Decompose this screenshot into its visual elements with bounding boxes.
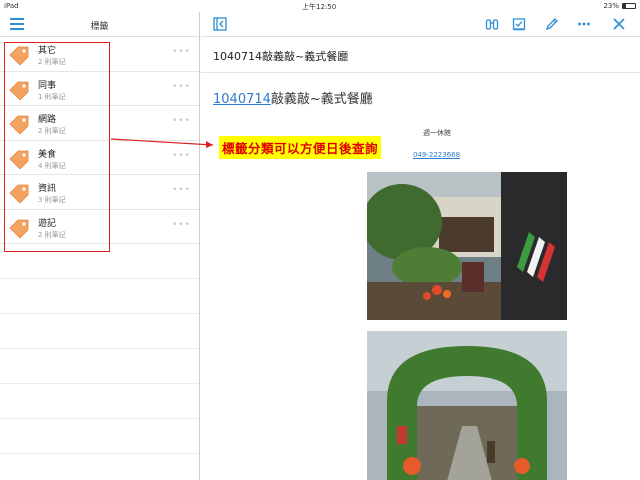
tag-count: 2 則筆記 bbox=[38, 127, 66, 135]
phone-link[interactable]: 049-2223668 bbox=[413, 151, 460, 159]
tag-icon bbox=[9, 184, 29, 203]
restaurant-entrance-photo bbox=[367, 172, 567, 320]
tag-name: 其它 bbox=[38, 46, 57, 56]
collapse-sidebar-icon[interactable] bbox=[213, 17, 227, 31]
sidebar-header: 標籤 bbox=[0, 12, 199, 37]
sidebar-title: 標籤 bbox=[90, 22, 109, 32]
tag-name: 網路 bbox=[38, 115, 57, 125]
tag-count: 3 則筆記 bbox=[38, 196, 66, 204]
tag-count: 1 則筆記 bbox=[38, 92, 66, 101]
more-icon[interactable]: ••• bbox=[172, 151, 191, 161]
annotation-label: 標籤分類可以方便日後查詢 bbox=[219, 136, 382, 159]
more-icon[interactable]: ••• bbox=[172, 47, 191, 57]
tag-icon bbox=[9, 81, 29, 100]
edit-pencil-icon[interactable] bbox=[545, 17, 559, 31]
tag-list: 其它 2 則筆記 ••• 同事 1 則筆記 ••• 網路 2 則筆記 ••• 美… bbox=[0, 37, 199, 244]
closed-day-text: 週一休館 bbox=[423, 129, 451, 137]
tag-icon bbox=[9, 150, 29, 169]
more-icon[interactable]: ••• bbox=[172, 185, 191, 195]
heading-text: 敲義敲~義式餐廳 bbox=[270, 92, 373, 107]
battery-indicator: 23% bbox=[603, 2, 636, 10]
more-icon[interactable]: ••• bbox=[172, 82, 191, 92]
carrier-label: iPad bbox=[4, 2, 19, 10]
tag-name: 資訊 bbox=[38, 184, 57, 194]
status-bar: iPad 上午12:50 23% bbox=[0, 0, 640, 12]
tag-item-other[interactable]: 其它 2 則筆記 ••• bbox=[0, 37, 199, 72]
close-icon[interactable] bbox=[612, 17, 626, 31]
tag-count: 2 則筆記 bbox=[38, 230, 66, 239]
date-link[interactable]: 1040714 bbox=[213, 92, 271, 107]
battery-icon bbox=[622, 3, 636, 9]
clock: 上午12:50 bbox=[302, 3, 337, 11]
tag-item-internet[interactable]: 網路 2 則筆記 ••• bbox=[0, 106, 199, 141]
battery-percent: 23% bbox=[603, 2, 619, 10]
empty-row bbox=[0, 244, 199, 279]
tag-icon bbox=[9, 46, 29, 65]
tag-count: 4 則筆記 bbox=[38, 161, 66, 170]
empty-row bbox=[0, 279, 199, 314]
tag-count: 2 則筆記 bbox=[38, 58, 66, 66]
more-icon[interactable]: ••• bbox=[172, 220, 191, 230]
tag-item-travel[interactable]: 遊記 2 則筆記 ••• bbox=[0, 210, 199, 244]
empty-row bbox=[0, 349, 199, 384]
binoculars-icon[interactable] bbox=[485, 17, 499, 31]
note-title[interactable]: 1040714敲義敲~義式餐廳 bbox=[201, 37, 640, 73]
tag-name: 遊記 bbox=[38, 218, 57, 229]
note-heading: 1040714敲義敲~義式餐廳 bbox=[213, 88, 373, 107]
tag-name: 同事 bbox=[38, 80, 57, 91]
empty-row bbox=[0, 419, 199, 454]
note-panel: 1040714敲義敲~義式餐廳 1040714敲義敲~義式餐廳 週一休館 049… bbox=[201, 12, 640, 480]
empty-row bbox=[0, 384, 199, 419]
garden-arch-photo bbox=[367, 331, 567, 480]
battery-fill bbox=[623, 4, 626, 8]
note-toolbar bbox=[201, 12, 640, 37]
tag-item-food[interactable]: 美食 4 則筆記 ••• bbox=[0, 141, 199, 175]
tag-item-info[interactable]: 資訊 3 則筆記 ••• bbox=[0, 175, 199, 210]
reminder-icon[interactable] bbox=[512, 17, 526, 31]
more-icon[interactable]: ••• bbox=[172, 116, 191, 126]
tag-icon bbox=[9, 115, 29, 134]
more-options-icon[interactable] bbox=[577, 17, 591, 31]
tags-sidebar: 標籤 其它 2 則筆記 ••• 同事 1 則筆記 ••• 網路 2 則筆記 ••… bbox=[0, 12, 200, 480]
tag-item-colleague[interactable]: 同事 1 則筆記 ••• bbox=[0, 72, 199, 106]
empty-row bbox=[0, 314, 199, 349]
tag-icon bbox=[9, 219, 29, 238]
tag-name: 美食 bbox=[38, 149, 57, 160]
